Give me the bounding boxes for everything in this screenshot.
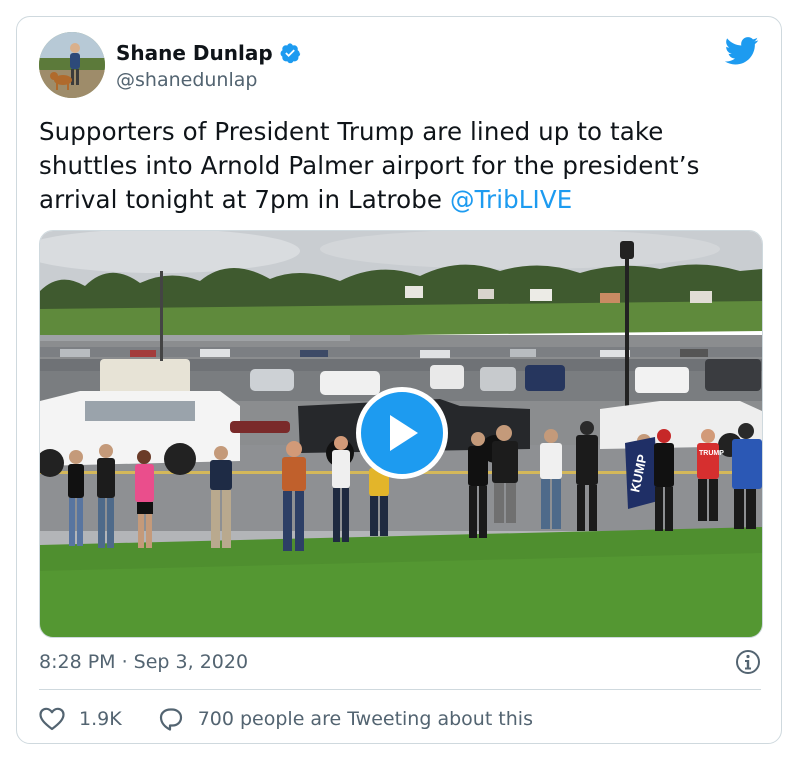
reply-button[interactable]: 700 people are Tweeting about this: [158, 707, 533, 731]
divider: [39, 689, 761, 690]
timestamp-row: 8:28 PM · Sep 3, 2020: [39, 649, 761, 679]
heart-icon: [39, 707, 65, 731]
tweet-timestamp[interactable]: 8:28 PM · Sep 3, 2020: [39, 651, 248, 673]
avatar-photo: [39, 32, 105, 98]
like-count: 1.9K: [79, 708, 122, 730]
author-handle[interactable]: @shanedunlap: [116, 69, 257, 91]
author-name-row: Shane Dunlap: [116, 41, 301, 65]
author-display-name[interactable]: Shane Dunlap: [116, 41, 273, 65]
shirt-text: TRUMP: [699, 450, 724, 457]
tweet-text: Supporters of President Trump are lined …: [39, 115, 759, 217]
verified-badge-icon: [280, 43, 300, 64]
video-player[interactable]: KUMP TRUMP: [39, 230, 763, 638]
twitter-bird-icon[interactable]: [725, 37, 759, 65]
info-icon[interactable]: [735, 649, 761, 675]
like-button[interactable]: 1.9K: [39, 707, 122, 731]
play-icon: [390, 415, 418, 451]
speech-bubble-icon: [159, 708, 182, 731]
tweet-actions: 1.9K 700 people are Tweeting about this: [39, 705, 533, 733]
reply-count-text: 700 people are Tweeting about this: [197, 708, 533, 730]
tweet-card[interactable]: Shane Dunlap @shanedunlap Supporters of …: [16, 16, 782, 744]
play-button[interactable]: [356, 387, 448, 479]
avatar[interactable]: [39, 32, 105, 98]
mention-link[interactable]: @TribLIVE: [450, 185, 572, 214]
tweet-body: Supporters of President Trump are lined …: [39, 117, 700, 214]
